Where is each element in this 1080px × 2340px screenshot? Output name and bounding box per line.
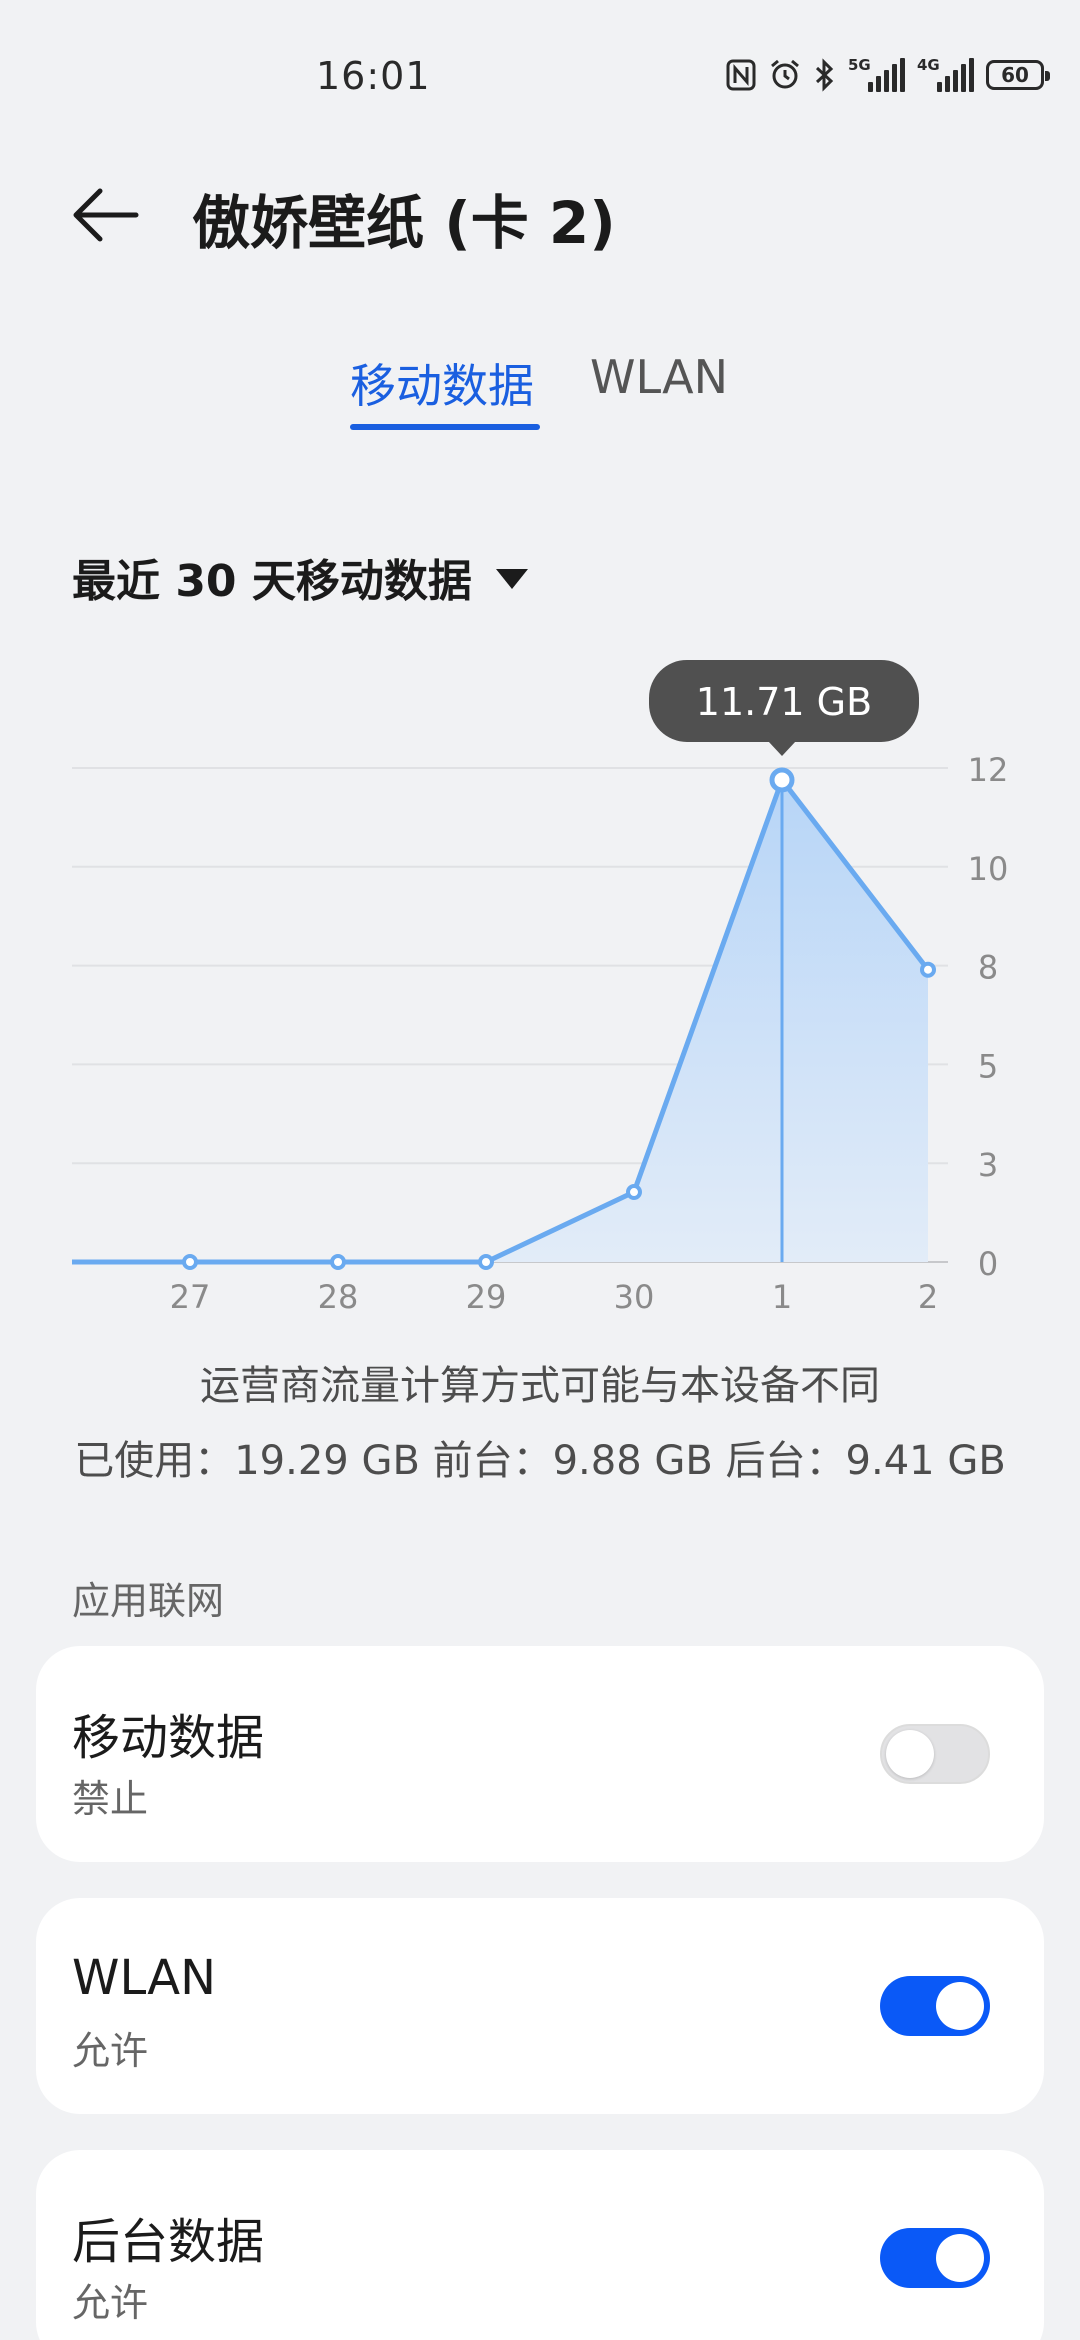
tab-wlan[interactable]: WLAN — [590, 350, 728, 404]
chart-point[interactable] — [920, 961, 936, 978]
toggle-knob — [886, 1730, 934, 1778]
chart-y-tick-label: 8 — [978, 949, 998, 987]
tab-mobile-data[interactable]: 移动数据 — [350, 350, 534, 416]
back-arrow-icon — [73, 188, 139, 242]
chart-x-tick-label: 2 — [918, 1278, 938, 1316]
chart-y-tick-label: 5 — [978, 1047, 998, 1085]
alarm-icon — [768, 58, 802, 92]
toggle-knob — [936, 1982, 984, 2030]
usage-chart-svg: 0358101227 28 29 30 1 2 11.71 GB — [72, 659, 1009, 1316]
chart-y-tick-label: 10 — [968, 850, 1009, 888]
range-selector-label: 最近 30 天移动数据 — [72, 556, 472, 607]
chart-y-tick-label: 3 — [978, 1146, 998, 1184]
card-subtitle: 禁止 — [72, 1777, 149, 1821]
signal-4g-icon: 4G — [917, 56, 974, 92]
caret-down-icon — [495, 569, 528, 589]
signal-5g-icon: 5G — [848, 56, 905, 92]
page-title: 傲娇壁纸 (卡 2) — [192, 189, 616, 257]
card-background-data[interactable]: 后台数据 允许 — [36, 2150, 1044, 2340]
back-button[interactable] — [70, 180, 150, 250]
chart-x-tick-label: 30 — [614, 1278, 655, 1316]
card-subtitle: 允许 — [72, 2281, 149, 2325]
chart-x-tick-label: 27 — [170, 1278, 211, 1316]
chart-x-tick-label: 29 — [466, 1278, 507, 1316]
status-time: 16:01 — [316, 54, 431, 98]
data-usage-page: 16:01 5G 4G 60 傲娇壁纸 (卡 2) 移动数据 WLAN 最近 3… — [0, 0, 1080, 2340]
usage-summary: 已使用：19.29 GB 前台：9.88 GB 后台：9.41 GB — [74, 1438, 1006, 1484]
chart-x-tick-label: 1 — [772, 1278, 792, 1316]
chart-point[interactable] — [330, 1254, 346, 1270]
tab-bar: 移动数据 WLAN — [0, 350, 1080, 440]
chart-point[interactable] — [626, 1184, 642, 1201]
bluetooth-icon — [814, 58, 836, 92]
toggle-knob — [936, 2234, 984, 2282]
chart-x-tick-label: 28 — [318, 1278, 359, 1316]
card-subtitle: 允许 — [72, 2029, 149, 2073]
mobile-data-toggle[interactable] — [880, 1724, 990, 1784]
battery-icon: 60 — [986, 60, 1050, 90]
card-title: WLAN — [72, 1950, 217, 2006]
battery-level: 60 — [1001, 63, 1029, 87]
range-selector[interactable]: 最近 30 天移动数据 — [72, 545, 528, 609]
background-data-toggle[interactable] — [880, 2228, 990, 2288]
usage-chart[interactable]: 0 3 5 8 10 12 27 28 29 30 1 2 11.71 GB — [0, 640, 1080, 1320]
tab-active-indicator — [350, 424, 540, 430]
chart-area — [72, 779, 928, 1262]
carrier-note: 运营商流量计算方式可能与本设备不同 — [200, 1363, 880, 1409]
card-wlan[interactable]: WLAN 允许 — [36, 1898, 1044, 2114]
nfc-icon — [726, 59, 756, 91]
wlan-toggle[interactable] — [880, 1976, 990, 2036]
section-title-app-network: 应用联网 — [72, 1579, 225, 1623]
card-mobile-data[interactable]: 移动数据 禁止 — [36, 1646, 1044, 1862]
chart-tooltip-pointer — [768, 740, 796, 756]
chart-point[interactable] — [478, 1254, 494, 1270]
chart-y-tick-label: 12 — [968, 751, 1009, 789]
status-bar: 16:01 5G 4G 60 — [0, 0, 1080, 130]
status-icons: 5G 4G 60 — [726, 56, 1050, 92]
chart-point[interactable] — [769, 767, 795, 793]
chart-point[interactable] — [182, 1254, 198, 1270]
chart-y-tick-label: 0 — [978, 1245, 998, 1283]
card-title: 后台数据 — [72, 2214, 265, 2270]
card-title: 移动数据 — [72, 1710, 265, 1766]
chart-tooltip-label: 11.71 GB — [696, 680, 872, 724]
